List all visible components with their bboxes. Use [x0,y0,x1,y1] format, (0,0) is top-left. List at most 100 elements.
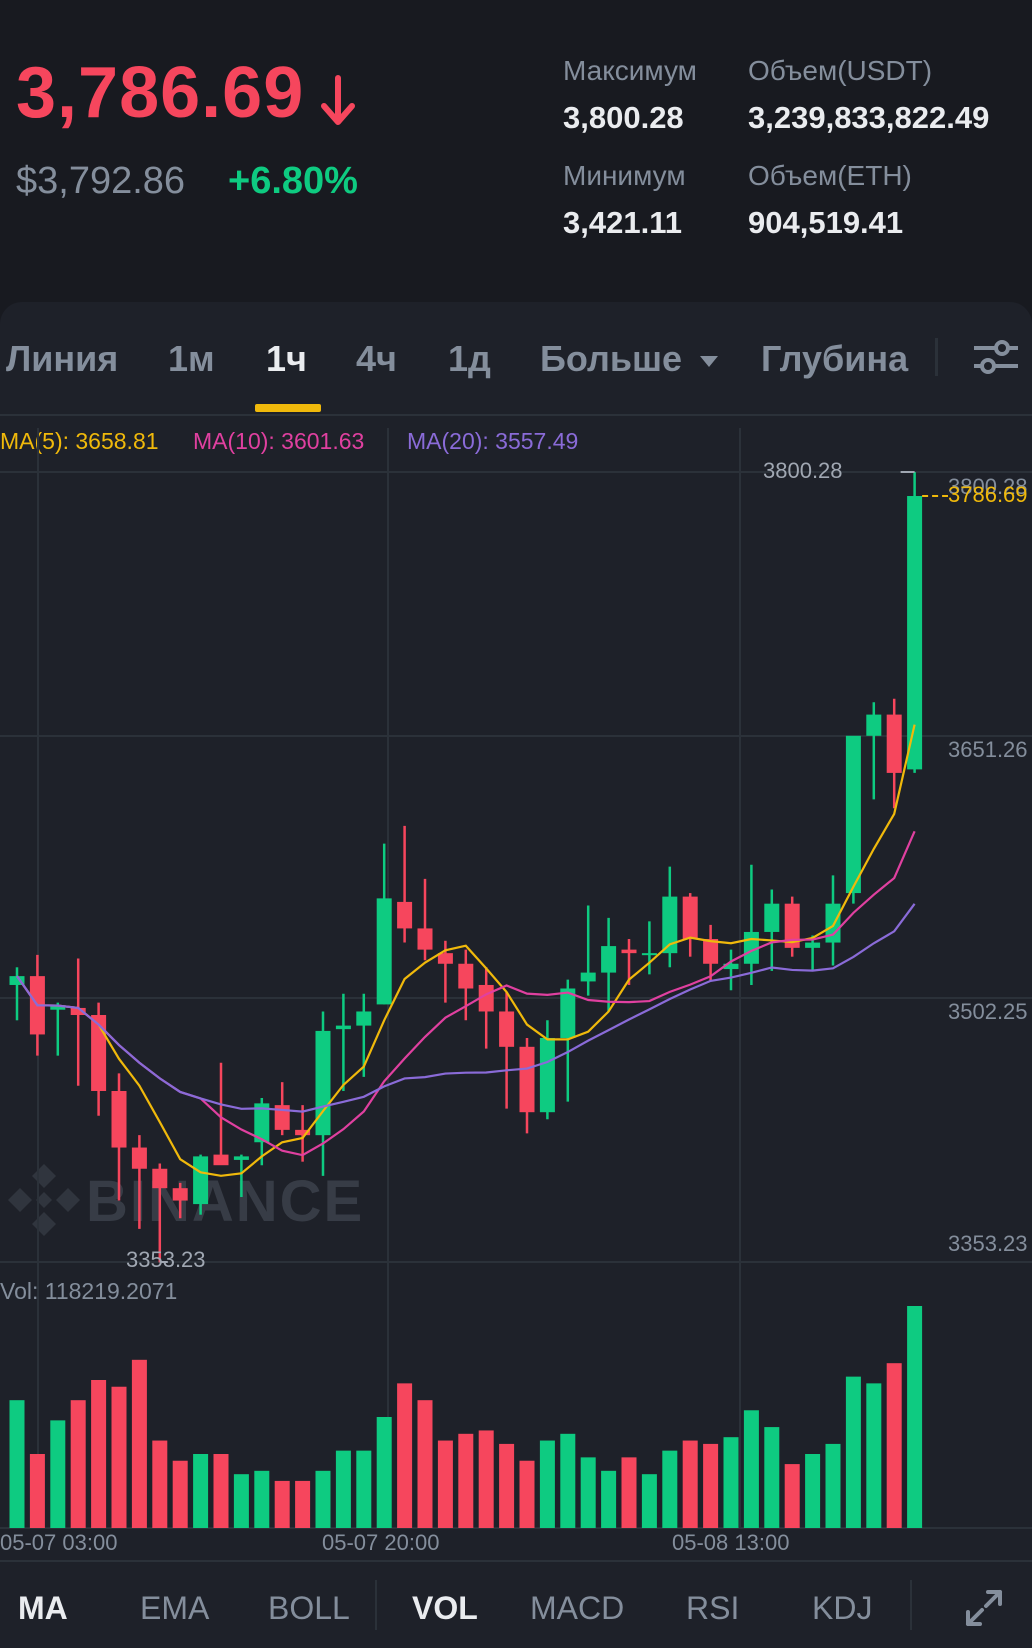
volume-eth-value: 904,519.41 [748,205,904,240]
candle-body [866,714,882,736]
volume-bar [764,1427,780,1528]
volume-bar [376,1417,392,1528]
indicator-kdj[interactable]: KDJ [812,1590,872,1627]
high-value: 3,800.28 [563,100,684,135]
caret-down-icon [700,356,719,368]
candle-body [805,942,821,948]
current-price-label: 3786.69 [948,482,1028,507]
volume-bar [274,1480,290,1528]
y-axis-label-bottom: 3353.23 [948,1231,1028,1256]
candle-body [335,1025,351,1030]
candle-body [356,1011,372,1026]
candle-body [886,714,902,773]
volume-usdt-label: Объем(USDT) [748,55,933,86]
candle-body [621,949,637,954]
candle-body [111,1090,127,1148]
volume-bar [356,1450,372,1528]
price-change-percent: +6.80% [228,160,358,202]
volume-bar [50,1420,66,1528]
indicator-macd[interactable]: MACD [530,1590,624,1627]
volume-bar [580,1457,596,1528]
candlestick-chart[interactable] [0,416,1032,1560]
volume-bar [641,1474,657,1528]
volume-bar [295,1480,311,1528]
candle-body [152,1168,168,1189]
volume-bar [601,1470,617,1528]
tab-1d[interactable]: 1д [448,338,491,380]
candle-body [641,953,657,956]
indicator-ema[interactable]: EMA [140,1590,209,1627]
volume-bar [29,1454,45,1528]
volume-label: Vol: 118219.2071 [0,1278,178,1304]
low-label: Минимум [563,160,686,191]
active-tab-indicator [255,404,321,412]
volume-bar [784,1464,800,1528]
volume-bar [193,1454,209,1528]
tab-more-label: Больше [540,338,682,379]
indicator-separator-2 [910,1580,912,1630]
candle-body [601,946,617,973]
expand-fullscreen-icon[interactable] [962,1586,1006,1630]
volume-bar [478,1430,494,1528]
volume-bar [335,1450,351,1528]
candle-body [845,735,861,894]
low-marker-label: 3353.23 [126,1247,206,1272]
volume-bar [91,1380,107,1528]
volume-bar [213,1454,229,1528]
candle-body [458,963,474,989]
down-arrow-icon [321,75,355,125]
volume-bar [417,1400,433,1528]
volume-bar [845,1376,861,1528]
y-axis-label-2: 3651.26 [948,737,1028,762]
volume-bar [825,1443,841,1528]
volume-bar [682,1440,698,1528]
indicator-rsi[interactable]: RSI [686,1590,739,1627]
volume-bar [9,1400,25,1528]
ticker-header [0,0,1032,300]
volume-bar [662,1450,678,1528]
tab-more[interactable]: Больше [540,338,720,380]
candle-body [376,898,392,1005]
volume-bar [111,1386,127,1528]
indicator-boll[interactable]: BOLL [268,1590,350,1627]
volume-bar [743,1410,759,1528]
volume-bar [560,1433,576,1528]
volume-bar [703,1443,719,1528]
candle-body [560,988,576,1038]
tab-separator [935,338,938,376]
candle-body [397,901,413,929]
indicator-vol[interactable]: VOL [412,1590,478,1627]
candle-body [499,1011,515,1047]
volume-bar [723,1437,739,1528]
settings-sliders-icon[interactable] [972,338,1020,378]
volume-bar [397,1383,413,1528]
volume-bar [866,1383,882,1528]
price-usd: $3,792.86 [16,160,186,202]
volume-bar [131,1359,147,1528]
candle-body [539,1037,555,1113]
tab-4h[interactable]: 4ч [356,338,397,380]
candle-body [131,1147,147,1169]
time-label-1: 05-07 03:00 [0,1530,118,1555]
indicator-ma[interactable]: MA [18,1590,68,1627]
time-label-3: 05-08 13:00 [672,1530,790,1555]
tab-line[interactable]: Линия [6,338,118,380]
candle-body [213,1154,229,1166]
indicator-separator [375,1580,377,1630]
candle-body [417,928,433,950]
volume-bar [437,1440,453,1528]
tab-depth[interactable]: Глубина [761,338,908,380]
tab-1h[interactable]: 1ч [266,338,307,380]
candle-body [764,903,780,932]
tab-1m[interactable]: 1м [168,338,215,380]
candle-body [233,1156,249,1160]
volume-bar [805,1454,821,1528]
low-value: 3,421.11 [563,205,682,240]
high-label: Максимум [563,55,697,86]
volume-bar [152,1440,168,1528]
volume-bar [172,1460,188,1528]
volume-bar [621,1457,637,1528]
volume-bar [315,1470,331,1528]
volume-bar [233,1474,249,1528]
volume-eth-label: Объем(ETH) [748,160,912,191]
